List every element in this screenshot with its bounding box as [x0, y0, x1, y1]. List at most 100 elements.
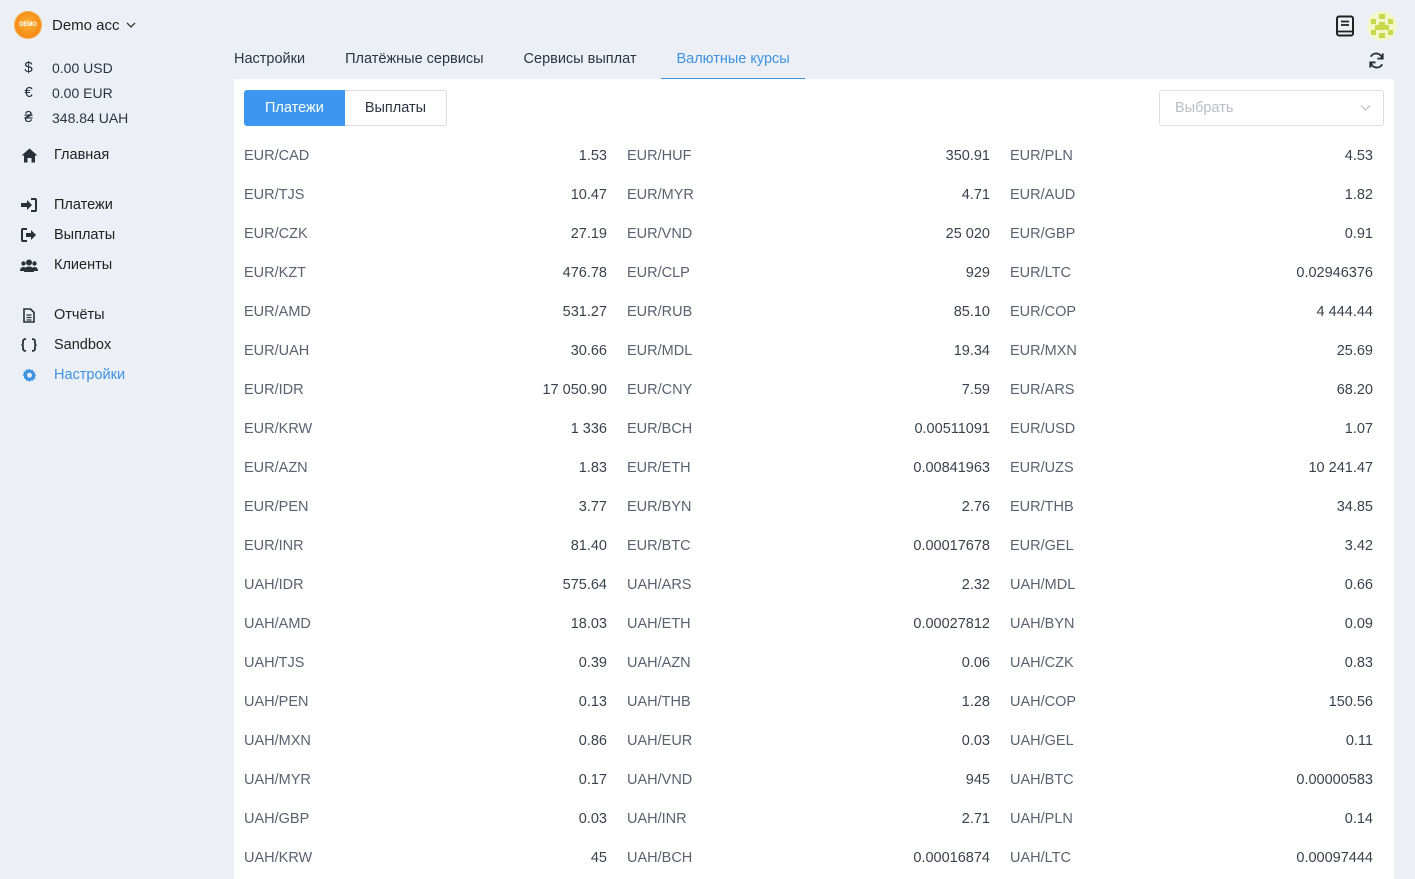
tab-payment-services[interactable]: Платёжные сервисы: [345, 46, 483, 80]
sidebar-item-clients[interactable]: Клиенты: [20, 250, 220, 280]
rate-cell: EUR/LTC 0.02946376: [1010, 265, 1373, 281]
sidebar-item-payments[interactable]: Платежи: [20, 190, 220, 220]
rate-cell: UAH/GEL 0.11: [1010, 733, 1373, 749]
book-icon[interactable]: [1334, 15, 1356, 37]
rate-cell: UAH/PLN 0.14: [1010, 811, 1373, 827]
rate-value: 85.10: [953, 303, 990, 320]
sidebar-item-label: Клиенты: [54, 257, 113, 273]
rate-value: 34.85: [1336, 498, 1373, 515]
payouts-toggle-button[interactable]: Выплаты: [344, 90, 448, 126]
currency-pair: EUR/ETH: [627, 459, 691, 476]
sidebar-item-payouts[interactable]: Выплаты: [20, 220, 220, 250]
tab-payout-services[interactable]: Сервисы выплат: [524, 46, 637, 80]
currency-pair: UAH/INR: [627, 810, 687, 827]
tab-settings[interactable]: Настройки: [234, 46, 305, 80]
rate-value: 1 336: [570, 420, 607, 437]
account-name: Demo acc: [52, 16, 120, 34]
currency-pair: EUR/UAH: [244, 342, 310, 359]
rate-value: 0.02946376: [1296, 264, 1373, 281]
currency-pair: UAH/LTC: [1010, 849, 1071, 866]
sidebar-item-label: Отчёты: [54, 307, 105, 323]
rate-cell: EUR/HUF 350.91: [627, 148, 990, 164]
rate-row: UAH/MXN 0.86 UAH/EUR 0.03 UAH/GEL 0.11: [244, 721, 1374, 760]
rate-cell: UAH/AZN 0.06: [627, 655, 990, 671]
gear-icon: [20, 366, 38, 384]
rate-cell: UAH/GBP 0.03: [244, 811, 607, 827]
currency-pair: UAH/EUR: [627, 732, 693, 749]
sidebar-item-label: Выплаты: [54, 227, 116, 243]
rate-value: 0.00097444: [1296, 849, 1373, 866]
rate-cell: UAH/KRW 45: [244, 850, 607, 866]
sidebar-item-sandbox[interactable]: Sandbox: [20, 330, 220, 360]
rate-cell: EUR/UZS 10 241.47: [1010, 460, 1373, 476]
currency-pair: EUR/MYR: [627, 186, 694, 203]
balance-usd: $ 0.00 USD: [20, 55, 128, 80]
sidebar-item-home[interactable]: Главная: [20, 140, 220, 170]
rate-cell: EUR/TJS 10.47: [244, 187, 607, 203]
balance-amount: 0.00 EUR: [52, 84, 113, 101]
currency-pair: EUR/GBP: [1010, 225, 1076, 242]
tab-currency-rates[interactable]: Валютные курсы: [661, 46, 806, 80]
currency-pair: UAH/TJS: [244, 654, 305, 671]
chevron-down-icon: [126, 22, 135, 28]
rate-row: EUR/AMD 531.27 EUR/RUB 85.10 EUR/COP 4 444.44: [244, 292, 1374, 331]
rate-value: 17 050.90: [542, 381, 607, 398]
account-switcher[interactable]: DEMO Demo acc: [15, 11, 136, 39]
rate-cell: UAH/EUR 0.03: [627, 733, 990, 749]
rate-value: 0.86: [578, 732, 607, 749]
sidebar-item-settings[interactable]: Настройки: [20, 360, 220, 390]
rate-value: 929: [965, 264, 990, 281]
rate-value: 1.83: [578, 459, 607, 476]
rate-cell: EUR/VND 25 020: [627, 226, 990, 242]
rate-cell: UAH/MXN 0.86: [244, 733, 607, 749]
rates-panel: Платежи Выплаты Выбрать EUR/CAD 1.53 EUR/H…: [234, 79, 1394, 879]
rate-row: UAH/KRW 45 UAH/BCH 0.00016874 UAH/LTC 0.00097…: [244, 838, 1374, 877]
currency-pair: EUR/UZS: [1010, 459, 1074, 476]
rate-cell: UAH/COP 150.56: [1010, 694, 1373, 710]
balance-amount: 0.00 USD: [52, 59, 113, 76]
rate-cell: EUR/AUD 1.82: [1010, 187, 1373, 203]
account-logo: DEMO: [15, 12, 41, 38]
rate-value: 45: [590, 849, 607, 866]
currency-pair: EUR/CLP: [627, 264, 690, 281]
currency-pair: EUR/CZK: [244, 225, 308, 242]
rate-cell: UAH/PEN 0.13: [244, 694, 607, 710]
direction-toggle: Платежи Выплаты: [244, 90, 448, 126]
currency-pair: UAH/VND: [627, 771, 693, 788]
rate-value: 3.77: [578, 498, 607, 515]
currency-pair: UAH/BCH: [627, 849, 693, 866]
currency-pair: EUR/GEL: [1010, 537, 1074, 554]
sidebar-item-reports[interactable]: Отчёты: [20, 300, 220, 330]
rate-cell: EUR/AZN 1.83: [244, 460, 607, 476]
rate-cell: EUR/KZT 476.78: [244, 265, 607, 281]
currency-select[interactable]: Выбрать: [1159, 90, 1384, 126]
currency-pair: EUR/CNY: [627, 381, 693, 398]
currency-pair: UAH/IDR: [244, 576, 304, 593]
rate-row: EUR/CZK 27.19 EUR/VND 25 020 EUR/GBP 0.91: [244, 214, 1374, 253]
sidebar: DEMO Demo acc $ 0.00 USD € 0.00 EUR ₴ 34…: [0, 0, 222, 879]
payments-toggle-button[interactable]: Платежи: [244, 90, 345, 126]
rate-value: 1.82: [1344, 186, 1373, 203]
rate-cell: EUR/KRW 1 336: [244, 421, 607, 437]
rate-row: UAH/TJS 0.39 UAH/AZN 0.06 UAH/CZK 0.83: [244, 643, 1374, 682]
currency-pair: UAH/CZK: [1010, 654, 1074, 671]
rate-value: 0.66: [1344, 576, 1373, 593]
avatar[interactable]: [1367, 11, 1397, 41]
refresh-icon[interactable]: [1367, 51, 1386, 70]
rate-value: 0.83: [1344, 654, 1373, 671]
currency-pair: UAH/COP: [1010, 693, 1077, 710]
rate-value: 25.69: [1336, 342, 1373, 359]
rate-cell: UAH/AMD 18.03: [244, 616, 607, 632]
currency-pair: UAH/PEN: [244, 693, 309, 710]
rate-cell: EUR/USD 1.07: [1010, 421, 1373, 437]
dollar-icon: $: [24, 59, 33, 76]
sidebar-item-label: Главная: [54, 147, 110, 163]
currency-pair: UAH/MXN: [244, 732, 311, 749]
rate-value: 2.32: [961, 576, 990, 593]
rate-cell: EUR/ARS 68.20: [1010, 382, 1373, 398]
rate-value: 68.20: [1336, 381, 1373, 398]
sign-in-icon: [20, 196, 38, 214]
rate-cell: UAH/VND 945: [627, 772, 990, 788]
rate-cell: EUR/BTC 0.00017678: [627, 538, 990, 554]
rate-cell: UAH/BYN 0.09: [1010, 616, 1373, 632]
